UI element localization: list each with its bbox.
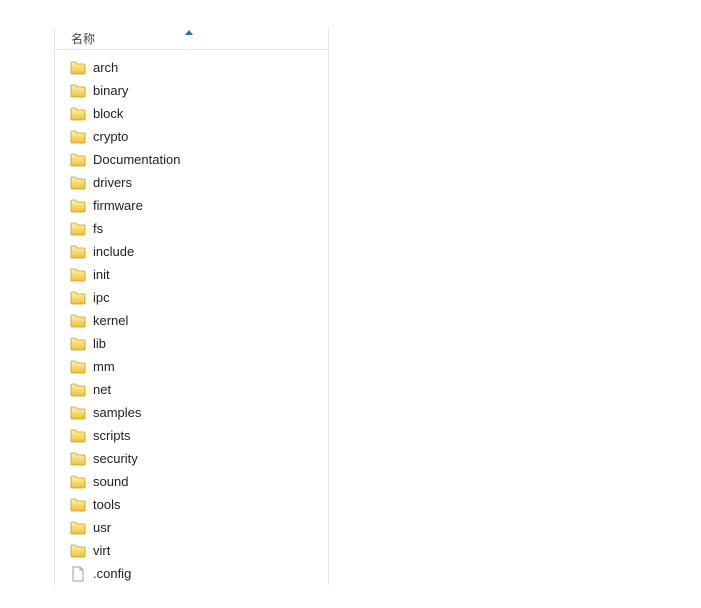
item-name: usr bbox=[93, 520, 111, 535]
item-name: sound bbox=[93, 474, 128, 489]
list-item[interactable]: firmware bbox=[55, 194, 328, 217]
item-name: ipc bbox=[93, 290, 110, 305]
folder-icon bbox=[69, 243, 87, 261]
folder-icon bbox=[69, 519, 87, 537]
list-item[interactable]: sound bbox=[55, 470, 328, 493]
item-name: virt bbox=[93, 543, 110, 558]
list-item[interactable]: virt bbox=[55, 539, 328, 562]
folder-icon bbox=[69, 427, 87, 445]
list-item[interactable]: crypto bbox=[55, 125, 328, 148]
folder-icon bbox=[69, 404, 87, 422]
item-name: drivers bbox=[93, 175, 132, 190]
folder-icon bbox=[69, 128, 87, 146]
item-name: Documentation bbox=[93, 152, 180, 167]
list-item[interactable]: lib bbox=[55, 332, 328, 355]
column-header-name[interactable]: 名称 bbox=[55, 28, 95, 49]
list-item[interactable]: net bbox=[55, 378, 328, 401]
file-icon bbox=[69, 565, 87, 583]
folder-icon bbox=[69, 174, 87, 192]
item-name: arch bbox=[93, 60, 118, 75]
item-name: block bbox=[93, 106, 123, 121]
list-item[interactable]: init bbox=[55, 263, 328, 286]
item-name: scripts bbox=[93, 428, 131, 443]
list-item[interactable]: tools bbox=[55, 493, 328, 516]
folder-icon bbox=[69, 473, 87, 491]
item-name: crypto bbox=[93, 129, 128, 144]
folder-icon bbox=[69, 197, 87, 215]
sort-ascending-icon bbox=[185, 30, 193, 35]
list-item[interactable]: fs bbox=[55, 217, 328, 240]
folder-icon bbox=[69, 59, 87, 77]
item-name: net bbox=[93, 382, 111, 397]
list-item[interactable]: samples bbox=[55, 401, 328, 424]
file-list: arch binary block crypto bbox=[55, 50, 328, 585]
list-item[interactable]: mm bbox=[55, 355, 328, 378]
folder-icon bbox=[69, 266, 87, 284]
list-item[interactable]: security bbox=[55, 447, 328, 470]
item-name: kernel bbox=[93, 313, 128, 328]
list-item[interactable]: ipc bbox=[55, 286, 328, 309]
list-item[interactable]: arch bbox=[55, 56, 328, 79]
column-header-name-label: 名称 bbox=[71, 30, 95, 47]
folder-icon bbox=[69, 289, 87, 307]
folder-icon bbox=[69, 381, 87, 399]
folder-icon bbox=[69, 105, 87, 123]
item-name: include bbox=[93, 244, 134, 259]
item-name: mm bbox=[93, 359, 115, 374]
folder-icon bbox=[69, 358, 87, 376]
item-name: .config bbox=[93, 566, 131, 581]
item-name: binary bbox=[93, 83, 128, 98]
list-item[interactable]: Documentation bbox=[55, 148, 328, 171]
list-item[interactable]: drivers bbox=[55, 171, 328, 194]
file-list-panel: 名称 arch binary block bbox=[54, 28, 329, 585]
item-name: init bbox=[93, 267, 110, 282]
folder-icon bbox=[69, 312, 87, 330]
list-item[interactable]: block bbox=[55, 102, 328, 125]
item-name: firmware bbox=[93, 198, 143, 213]
folder-icon bbox=[69, 542, 87, 560]
item-name: lib bbox=[93, 336, 106, 351]
folder-icon bbox=[69, 82, 87, 100]
list-item[interactable]: .config bbox=[55, 562, 328, 585]
list-item[interactable]: usr bbox=[55, 516, 328, 539]
folder-icon bbox=[69, 335, 87, 353]
item-name: security bbox=[93, 451, 138, 466]
folder-icon bbox=[69, 450, 87, 468]
folder-icon bbox=[69, 220, 87, 238]
item-name: fs bbox=[93, 221, 103, 236]
list-item[interactable]: kernel bbox=[55, 309, 328, 332]
folder-icon bbox=[69, 496, 87, 514]
list-item[interactable]: binary bbox=[55, 79, 328, 102]
item-name: tools bbox=[93, 497, 120, 512]
item-name: samples bbox=[93, 405, 141, 420]
list-item[interactable]: scripts bbox=[55, 424, 328, 447]
list-item[interactable]: include bbox=[55, 240, 328, 263]
folder-icon bbox=[69, 151, 87, 169]
column-header-row: 名称 bbox=[55, 28, 328, 50]
